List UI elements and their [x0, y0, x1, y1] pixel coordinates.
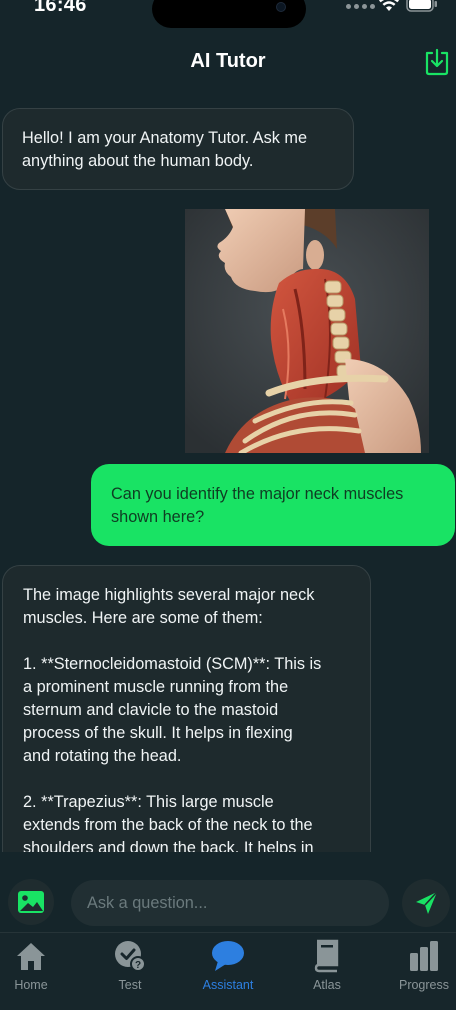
status-bar: 16:46: [0, 0, 456, 28]
send-button[interactable]: [402, 879, 450, 927]
tab-label: Assistant: [202, 978, 254, 992]
message-line: 2. **Trapezius**: This large muscle: [23, 793, 274, 811]
message-line: and rotating the head.: [23, 747, 182, 765]
message-line: a prominent muscle running from the: [23, 678, 289, 696]
composer-bar: [0, 864, 456, 936]
user-message-bubble: Can you identify the major neck muscles …: [91, 464, 455, 546]
tab-label: Progress: [398, 978, 450, 992]
signal-icon: [346, 4, 375, 9]
message-line: 1. **Sternocleidomastoid (SCM)**: This i…: [23, 655, 322, 673]
message-line: Hello! I am your Anatomy Tutor. Ask me: [22, 129, 308, 147]
chat-thread: Hello! I am your Anatomy Tutor. Ask me a…: [0, 96, 456, 852]
neck-muscles-image[interactable]: [185, 209, 429, 453]
message-line: Can you identify the major neck muscles: [111, 485, 404, 503]
tab-assistant[interactable]: Assistant: [188, 939, 268, 992]
svg-text:?: ?: [135, 960, 141, 971]
attach-image-button[interactable]: [8, 879, 54, 925]
chat-bubble-icon: [212, 941, 244, 971]
page-title: AI Tutor: [190, 50, 266, 72]
app-screen: 16:46 AI Tutor Hello! I am your Anatomy …: [0, 0, 456, 1010]
message-line: shoulders and down the back. It helps in: [23, 839, 314, 852]
image-icon: [18, 891, 44, 913]
message-line: extends from the back of the neck to the: [23, 816, 313, 834]
camera-dot: [276, 2, 286, 12]
home-icon: [17, 943, 45, 970]
book-icon: [314, 939, 339, 973]
tab-label: Atlas: [313, 978, 341, 992]
question-input[interactable]: [71, 880, 389, 926]
ai-message-bubble: The image highlights several major neck …: [2, 565, 371, 852]
battery-icon: [406, 0, 437, 12]
tab-progress[interactable]: Progress: [384, 939, 456, 992]
ai-message-bubble: Hello! I am your Anatomy Tutor. Ask me a…: [2, 108, 354, 190]
tab-atlas[interactable]: Atlas: [287, 939, 367, 992]
header: AI Tutor: [0, 40, 456, 84]
message-line: anything about the human body.: [22, 152, 254, 170]
tab-test[interactable]: ? Test: [90, 939, 170, 992]
message-line: [23, 768, 370, 791]
bottom-tab-bar: Home ? Test Assistant Atlas Progress: [0, 932, 456, 1010]
message-line: process of the skull. It helps in flexin…: [23, 724, 293, 742]
tab-home[interactable]: Home: [0, 939, 71, 992]
send-icon: [416, 891, 438, 914]
anatomy-illustration: [185, 209, 429, 453]
message-line: shown here?: [111, 508, 205, 526]
message-line: muscles. Here are some of them:: [23, 609, 263, 627]
wifi-icon: [379, 0, 399, 11]
status-time: 16:46: [34, 0, 87, 16]
message-line: The image highlights several major neck: [23, 586, 315, 604]
tab-label: Test: [118, 978, 142, 992]
bar-chart-icon: [410, 941, 438, 971]
test-check-icon: ?: [115, 941, 146, 972]
message-line: [23, 630, 370, 653]
message-line: sternum and clavicle to the mastoid: [23, 701, 279, 719]
download-icon[interactable]: [424, 48, 450, 76]
tab-label: Home: [14, 978, 48, 992]
